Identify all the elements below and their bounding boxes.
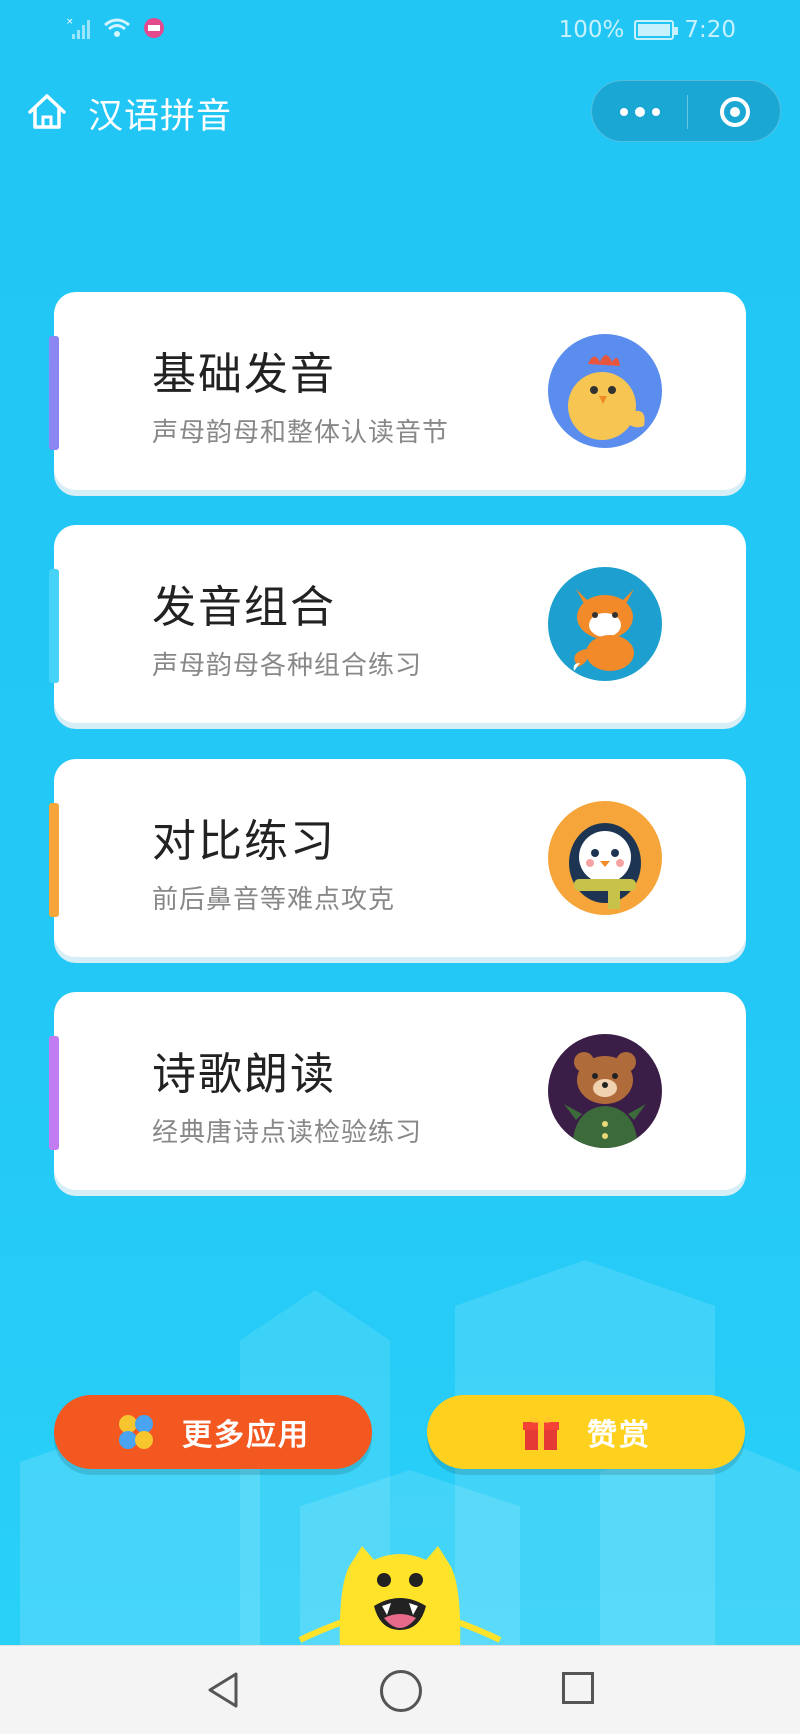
apps-icon — [119, 1415, 153, 1449]
mini-program-capsule — [591, 80, 781, 142]
card-accent-bar — [49, 1036, 59, 1150]
recent-apps-square-icon[interactable] — [562, 1672, 594, 1704]
reward-label: 赞赏 — [587, 1418, 651, 1453]
sale-badge-icon — [144, 18, 164, 38]
page-title: 汉语拼音 — [88, 97, 233, 137]
close-mini-program-button[interactable] — [688, 81, 782, 143]
wifi-icon — [104, 18, 130, 37]
bear-icon — [548, 1034, 662, 1148]
target-icon — [720, 97, 750, 127]
clock: 7:20 — [684, 17, 736, 43]
card-poetry-reading[interactable]: 诗歌朗读 经典唐诗点读检验练习 — [49, 992, 746, 1190]
battery-percent: 100% — [558, 17, 625, 43]
more-dots-icon — [651, 108, 660, 116]
card-accent-bar — [49, 569, 59, 683]
card-title: 发音组合 — [152, 582, 336, 633]
card-title: 诗歌朗读 — [152, 1049, 336, 1100]
penguin-icon — [548, 801, 662, 915]
app-screen: × 100% 7:20 汉语拼音 基础发音 声母韵母和整体认读音节 发音组合 声… — [0, 0, 800, 1645]
status-bar: × 100% 7:20 — [0, 0, 800, 62]
card-subtitle: 声母韵母各种组合练习 — [152, 651, 423, 681]
fox-icon — [548, 567, 662, 681]
chick-icon — [548, 334, 662, 448]
card-title: 对比练习 — [152, 816, 336, 867]
card-title: 基础发音 — [152, 349, 336, 400]
card-accent-bar — [49, 803, 59, 917]
card-subtitle: 声母韵母和整体认读音节 — [152, 418, 450, 448]
card-subtitle: 经典唐诗点读检验练习 — [152, 1118, 423, 1148]
card-accent-bar — [49, 336, 59, 450]
card-contrast-practice[interactable]: 对比练习 前后鼻音等难点攻克 — [49, 759, 746, 957]
more-apps-button[interactable]: 更多应用 — [54, 1395, 372, 1469]
card-pronunciation-combos[interactable]: 发音组合 声母韵母各种组合练习 — [49, 525, 746, 723]
card-basic-pronunciation[interactable]: 基础发音 声母韵母和整体认读音节 — [49, 292, 746, 490]
more-menu-button[interactable] — [592, 81, 687, 143]
gift-icon — [523, 1416, 559, 1450]
reward-button[interactable]: 赞赏 — [427, 1395, 745, 1469]
home-circle-icon[interactable] — [380, 1670, 422, 1712]
system-nav-bar — [0, 1645, 800, 1734]
svg-text:×: × — [66, 17, 74, 27]
no-signal-icon: × — [66, 17, 90, 39]
card-subtitle: 前后鼻音等难点攻克 — [152, 885, 396, 915]
home-icon[interactable] — [26, 90, 68, 132]
battery-icon — [634, 20, 679, 40]
more-dots-icon — [619, 108, 628, 116]
monster-mascot-icon — [298, 1546, 502, 1645]
more-apps-label: 更多应用 — [182, 1418, 310, 1453]
more-dots-icon — [634, 107, 645, 117]
back-triangle-icon[interactable] — [204, 1670, 244, 1710]
